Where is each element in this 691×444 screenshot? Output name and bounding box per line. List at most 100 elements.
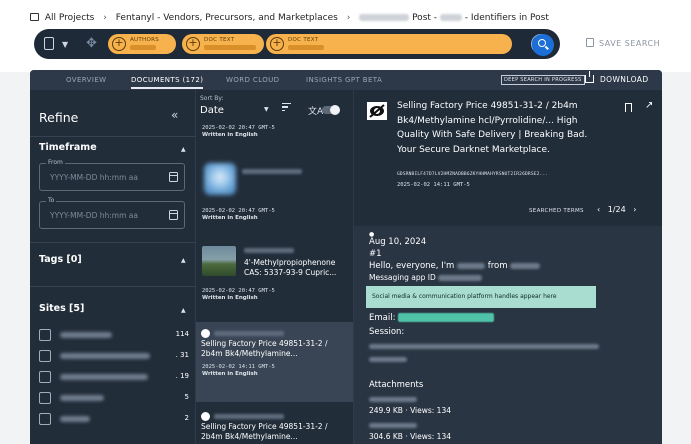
attachment-name[interactable]	[369, 421, 417, 431]
calendar-icon[interactable]	[169, 210, 178, 220]
breadcrumb-post[interactable]: Post -	[412, 13, 437, 23]
redacted-source	[242, 169, 302, 174]
list-item[interactable]: 4'-Methylpropiophenone CAS: 5337-93-9 Cu…	[196, 236, 353, 320]
search-button[interactable]	[532, 34, 554, 56]
projects-icon	[30, 13, 39, 21]
term-pager[interactable]: ‹ 1/24 ›	[597, 205, 636, 214]
collapse-sidebar-button[interactable]: «	[171, 108, 178, 122]
tab-overview[interactable]: OVERVIEW	[66, 76, 106, 84]
chevron-up-icon[interactable]: ▲	[181, 307, 186, 314]
sort-select[interactable]: Date	[200, 105, 224, 116]
add-circle-icon[interactable]: +	[186, 37, 200, 51]
redacted-site-name	[60, 416, 90, 422]
callout-text: Social media & communication platform ha…	[372, 293, 557, 300]
document-icon[interactable]	[44, 37, 54, 50]
tab-word-cloud[interactable]: WORD CLOUD	[226, 76, 279, 84]
doc-title: Selling Factory Price 49851-31-2 / 2b4m …	[201, 339, 328, 358]
results-panel: OVERVIEW DOCUMENTS (172) WORD CLOUD INSI…	[30, 70, 662, 444]
breadcrumb-root[interactable]: All Projects	[45, 13, 95, 23]
query-pill-doc-text-1[interactable]: + DOC TEXT	[182, 34, 264, 54]
site-filter-item[interactable]: 114	[39, 328, 189, 342]
sites-title[interactable]: Sites [5]	[39, 303, 84, 314]
calendar-icon[interactable]	[169, 172, 178, 182]
move-icon[interactable]: ✥	[86, 36, 97, 51]
chevron-left-icon[interactable]: ‹	[597, 205, 600, 214]
redacted-site-name	[60, 332, 112, 338]
tab-bar: OVERVIEW DOCUMENTS (172) WORD CLOUD INSI…	[30, 70, 662, 90]
attachment-info: 304.6 KB · Views: 134	[369, 432, 452, 441]
redacted-site-name	[60, 395, 104, 401]
email-line: Email:	[369, 313, 495, 323]
checkbox[interactable]	[39, 371, 51, 383]
doc-meta: 2025-02-02 20:47 GMT-5 Written in Englis…	[202, 125, 275, 139]
timeframe-title[interactable]: Timeframe	[39, 142, 97, 153]
marketplace-logo-icon	[367, 102, 387, 120]
checkbox[interactable]	[39, 329, 51, 341]
site-count: 114	[175, 330, 189, 338]
chevron-right-icon[interactable]: ›	[633, 205, 636, 214]
site-filter-item[interactable]: . 19	[39, 370, 189, 384]
list-item[interactable]: 2025-02-02 20:47 GMT-5 Written in Englis…	[196, 122, 353, 152]
redacted-site-name	[60, 353, 150, 359]
post-greeting: Hello, everyone, I'm from	[369, 261, 541, 271]
tab-insights-gpt[interactable]: INSIGHTS GPT BETA	[306, 76, 382, 84]
pill-label: DOC TEXT	[204, 37, 235, 43]
add-circle-icon[interactable]: +	[270, 37, 284, 51]
checkbox[interactable]	[39, 350, 51, 362]
from-text: from	[487, 261, 508, 271]
doc-date: 2025-02-02 20:47 GMT-5	[202, 288, 275, 294]
redacted-source	[244, 248, 294, 253]
checkbox[interactable]	[39, 413, 51, 425]
chevron-down-icon[interactable]: ▼	[62, 40, 68, 49]
list-item[interactable]: 2025-02-02 20:47 GMT-5 Written in Englis…	[196, 156, 353, 234]
site-count: . 31	[175, 351, 189, 359]
doc-date: 2025-02-02 14:11 GMT-5	[202, 364, 275, 370]
chevron-up-icon[interactable]: ▲	[181, 146, 186, 153]
list-item[interactable]: Selling Factory Price 49851-31-2 / 2b4m …	[196, 404, 353, 444]
search-icon	[538, 39, 546, 47]
redacted-text	[439, 14, 462, 21]
divider	[30, 242, 196, 243]
save-search-button[interactable]: SAVE SEARCH	[586, 38, 660, 48]
save-icon	[586, 38, 594, 47]
post-date: Aug 10, 2024	[369, 237, 427, 247]
query-pill-doc-text-2[interactable]: + DOC TEXT	[266, 34, 512, 54]
sort-order-icon[interactable]	[282, 103, 291, 111]
site-filter-item[interactable]: 5	[39, 391, 189, 405]
top-bar: All Projects › Fentanyl - Vendors, Precu…	[0, 0, 691, 72]
add-circle-icon[interactable]: +	[112, 37, 126, 51]
tab-documents[interactable]: DOCUMENTS (172)	[131, 76, 204, 89]
share-icon[interactable]: ↗	[645, 100, 653, 111]
redacted-text	[288, 45, 324, 50]
attachment-name[interactable]	[369, 395, 417, 405]
site-filter-item[interactable]: 2	[39, 412, 189, 426]
session-value	[369, 342, 599, 352]
redacted-text	[204, 45, 256, 50]
from-date-field[interactable]: From YYYY-MM-DD hh:mm aa	[39, 159, 185, 191]
breadcrumb-project[interactable]: Fentanyl - Vendors, Precursors, and Mark…	[116, 13, 338, 23]
query-pill-authors[interactable]: + AUTHORS	[108, 34, 176, 54]
detail-date: 2025-02-02 14:11 GMT-5	[397, 182, 470, 188]
site-logo-icon	[201, 412, 210, 421]
redacted-id	[438, 275, 483, 281]
site-filter-item[interactable]: . 31	[39, 349, 189, 363]
doc-language: Written in English	[202, 215, 258, 221]
checkbox[interactable]	[39, 392, 51, 404]
doc-meta: 2025-02-02 14:11 GMT-5 Written in Englis…	[202, 364, 275, 378]
bookmark-icon[interactable]	[625, 103, 632, 112]
site-count: 2	[184, 414, 189, 422]
divider	[30, 136, 196, 137]
list-item-selected[interactable]: Selling Factory Price 49851-31-2 / 2b4m …	[196, 322, 353, 402]
site-logo-icon	[201, 329, 210, 338]
post-number: #1	[369, 249, 382, 259]
chevron-up-icon[interactable]: ▲	[181, 257, 186, 264]
tags-title[interactable]: Tags [0]	[39, 254, 82, 265]
from-placeholder: YYYY-MM-DD hh:mm aa	[50, 173, 138, 182]
download-button[interactable]: DOWNLOAD	[585, 71, 649, 84]
translate-toggle[interactable]	[322, 105, 340, 115]
query-bar[interactable]: ▼ ✥ + AUTHORS + DOC TEXT + DOC TEXT +	[34, 29, 560, 59]
attachment-info: 249.9 KB · Views: 134	[369, 406, 452, 415]
to-date-field[interactable]: To YYYY-MM-DD hh:mm aa	[39, 197, 185, 229]
chevron-down-icon[interactable]: ▼	[264, 106, 269, 113]
annotation-callout: Social media & communication platform ha…	[366, 286, 596, 308]
